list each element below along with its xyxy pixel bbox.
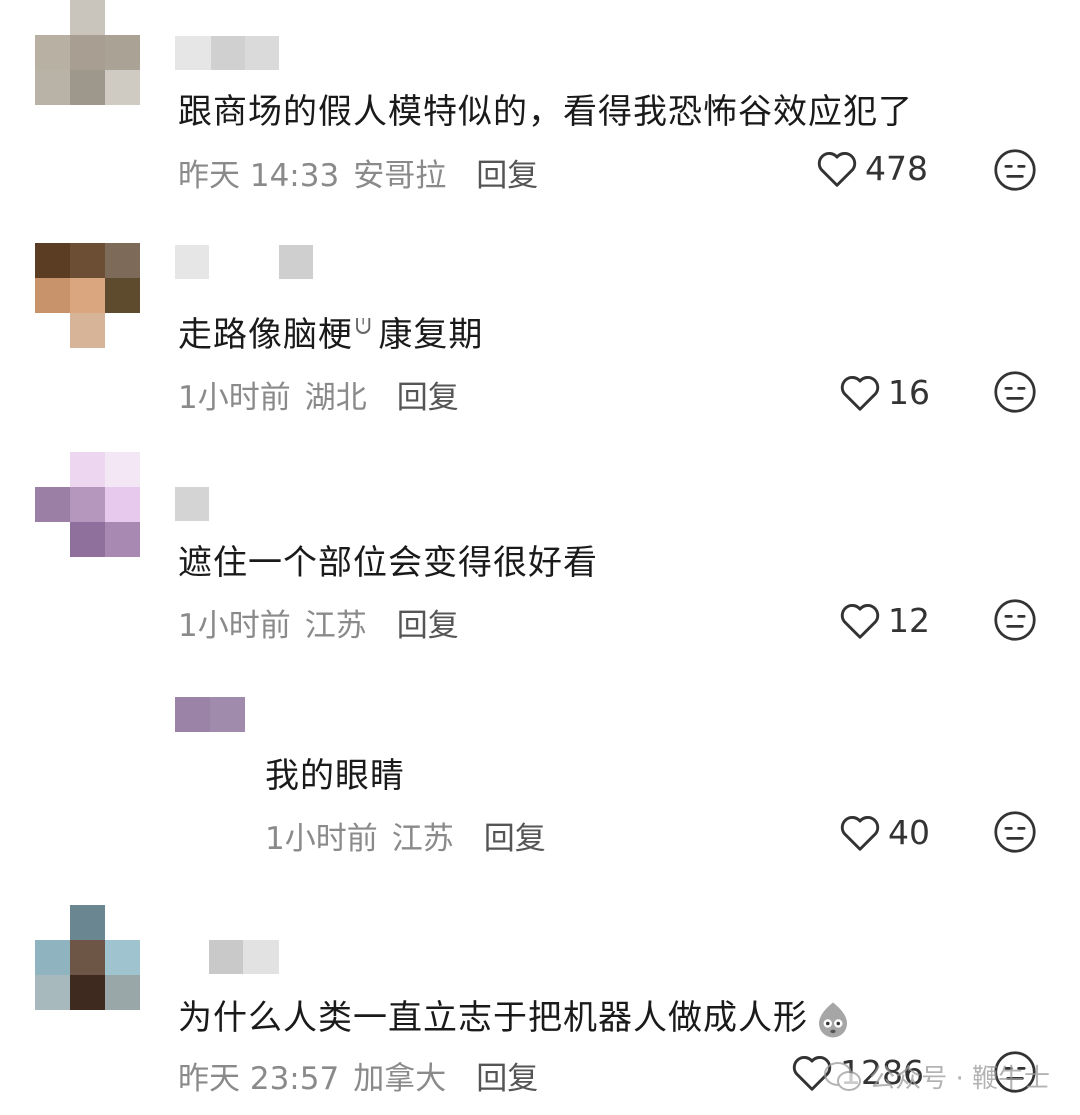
comment-location: 加拿大 (353, 1061, 447, 1097)
comment-text: 跟商场的假人模特似的，看得我恐怖谷效应犯了 (178, 92, 913, 132)
username-blurred[interactable] (175, 36, 279, 70)
comment-text-body: 为什么人类一直立志于把机器人做成人形 (178, 998, 808, 1038)
avatar[interactable] (35, 452, 140, 557)
comment-text: 我的眼睛 (265, 756, 405, 796)
like-count: 40 (888, 812, 930, 852)
comment-text: 为什么人类一直立志于把机器人做成人形 (178, 990, 854, 1041)
watermark: 公众号 · 鞭牛士 (823, 1058, 1050, 1095)
comment-time: 1小时前 (265, 821, 378, 857)
comment-meta: 1小时前 江苏 回复 (178, 600, 459, 645)
comment-meta: 昨天 14:33 安哥拉 回复 (178, 150, 538, 195)
reply-button[interactable]: 回复 (476, 1053, 538, 1098)
username-blurred[interactable] (175, 940, 279, 974)
comment-location: 安哥拉 (353, 158, 447, 194)
avatar[interactable] (35, 243, 140, 348)
comment-text-tail: 康复期 (378, 315, 484, 355)
comment-location: 江苏 (304, 608, 367, 644)
comment-time: 昨天 23:57 (178, 1061, 340, 1097)
username-blurred[interactable] (175, 245, 313, 279)
reply-button[interactable]: 回复 (484, 813, 546, 858)
reply-button[interactable]: 回复 (397, 600, 459, 645)
search-suggest-icon[interactable]: ᕫ (355, 315, 372, 340)
comment-meta: 昨天 23:57 加拿大 回复 (178, 1053, 538, 1098)
comment-time: 昨天 14:33 (178, 158, 340, 194)
like-count: 12 (888, 600, 930, 640)
comment-meta: 1小时前 江苏 回复 (265, 813, 546, 858)
reply-button[interactable]: 回复 (476, 150, 538, 195)
heart-icon (817, 152, 857, 187)
wechat-icon (824, 1061, 862, 1091)
dislike-face-icon[interactable] (993, 810, 1037, 854)
watermark-text: 公众号 · 鞭牛士 (869, 1064, 1050, 1094)
comment-meta: 1小时前 湖北 回复 (178, 372, 459, 417)
dislike-face-icon[interactable] (993, 598, 1037, 642)
comment-location: 江苏 (391, 821, 454, 857)
comment-time: 1小时前 (178, 608, 291, 644)
comment-text-main: 走路像脑梗 (178, 315, 353, 355)
comment-location: 湖北 (304, 380, 367, 416)
like-button[interactable]: 40 (838, 812, 930, 852)
heart-icon (840, 376, 880, 411)
comment-text: 遮住一个部位会变得很好看 (178, 543, 598, 583)
comment-time: 1小时前 (178, 380, 291, 416)
sweat-face-emoji-icon (819, 1002, 847, 1037)
comment-text: 走路像脑梗ᕫ 康复期 (178, 307, 483, 356)
dislike-face-icon[interactable] (993, 370, 1037, 414)
heart-icon (840, 816, 880, 851)
like-count: 478 (865, 148, 928, 188)
like-count: 16 (888, 372, 930, 412)
like-button[interactable]: 12 (838, 600, 930, 640)
avatar[interactable] (35, 0, 140, 105)
reply-button[interactable]: 回复 (397, 372, 459, 417)
avatar[interactable] (35, 905, 140, 1010)
username-blurred[interactable] (175, 487, 209, 521)
dislike-face-icon[interactable] (993, 148, 1037, 192)
like-button[interactable]: 16 (838, 372, 930, 412)
like-button[interactable]: 478 (815, 148, 928, 188)
heart-icon (840, 604, 880, 639)
avatar[interactable] (175, 697, 245, 732)
